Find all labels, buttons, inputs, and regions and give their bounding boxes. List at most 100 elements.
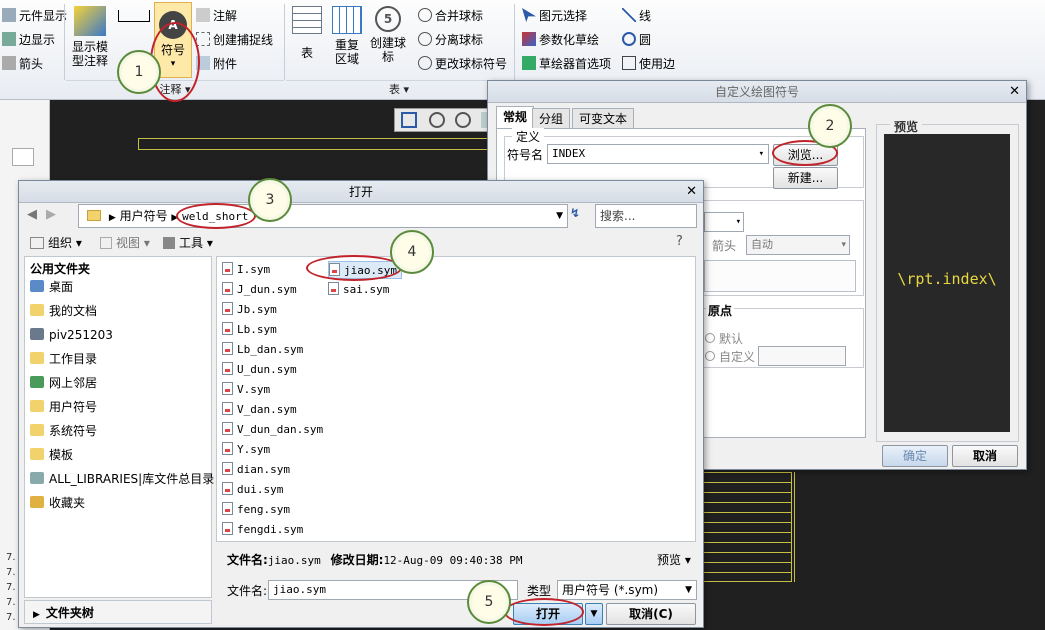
nav-system-symbols[interactable]: 系统符号	[30, 420, 97, 442]
close-icon[interactable]: ✕	[686, 181, 697, 203]
file-item[interactable]: Jb.sym	[222, 301, 277, 319]
file-item[interactable]: Y.sym	[222, 441, 270, 459]
highlight-file	[306, 255, 402, 281]
file-item[interactable]: Lb.sym	[222, 321, 277, 339]
zoom-out-icon[interactable]	[455, 112, 471, 128]
tab-group[interactable]: 分组	[532, 108, 571, 128]
breadcrumb-user-symbols[interactable]: 用户符号	[120, 209, 168, 223]
folder-icon	[30, 448, 44, 460]
folder-tree-toggle[interactable]: ▶ 文件夹树	[24, 600, 212, 624]
arrow-select[interactable]: 自动 ▾	[746, 235, 850, 255]
sym-file-icon	[222, 302, 233, 315]
create-balloon-button[interactable]: 5 创建球 标	[368, 6, 408, 64]
zoom-fit-icon[interactable]	[401, 112, 417, 128]
close-icon[interactable]: ✕	[1009, 81, 1020, 103]
sym-file-icon	[222, 482, 233, 495]
line-icon	[622, 8, 636, 22]
nav-favorites[interactable]: 收藏夹	[30, 492, 85, 514]
file-item[interactable]: J_dun.sym	[222, 281, 297, 299]
sketcher-preferences-button[interactable]: 草绘器首选项	[522, 54, 611, 74]
text-area[interactable]	[704, 260, 856, 292]
line-button[interactable]: 线	[622, 6, 651, 26]
merge-balloon-button[interactable]: 合并球标	[418, 6, 483, 26]
table-icon	[292, 6, 322, 34]
use-edge-button[interactable]: 使用边	[622, 54, 675, 74]
tools-menu[interactable]: 工具 ▾	[163, 234, 213, 251]
model-annotation-icon	[74, 6, 106, 36]
change-balloon-symbol-button[interactable]: 更改球标符号	[418, 54, 507, 74]
edge-display-button[interactable]: 边显示	[2, 30, 55, 50]
split-icon	[418, 32, 432, 46]
organize-menu[interactable]: 组织 ▾	[30, 234, 82, 251]
height-select[interactable]: ▾	[704, 212, 744, 232]
forward-icon[interactable]: ▶	[46, 207, 56, 222]
organize-icon	[30, 237, 44, 249]
sym-file-icon	[222, 382, 233, 395]
symbol-name-field[interactable]: INDEX ▾	[547, 144, 769, 164]
component-display-button[interactable]: 元件显示	[2, 6, 67, 26]
file-item[interactable]: V.sym	[222, 381, 270, 399]
nav-computer[interactable]: piv251203	[30, 324, 113, 346]
custom-origin-field[interactable]	[758, 346, 846, 366]
documents-icon	[30, 304, 44, 316]
sym-file-icon	[222, 322, 233, 335]
element-select-button[interactable]: 图元选择	[522, 6, 587, 26]
zoom-in-icon[interactable]	[429, 112, 445, 128]
merge-icon	[418, 8, 432, 22]
nav-user-symbols[interactable]: 用户符号	[30, 396, 97, 418]
nav-templates[interactable]: 模板	[30, 444, 73, 466]
snap-line-button[interactable]: 创建捕捉线	[196, 30, 273, 50]
preview-toggle[interactable]: 预览 ▾	[657, 551, 691, 568]
new-button[interactable]: 新建...	[773, 167, 838, 189]
file-item[interactable]: V_dan.sym	[222, 401, 297, 419]
file-item[interactable]: dian.sym	[222, 461, 290, 479]
open-options-dropdown[interactable]: ▼	[585, 603, 603, 625]
file-item[interactable]: fengdi.sym	[222, 521, 303, 539]
nav-my-documents[interactable]: 我的文档	[30, 300, 97, 322]
tab-general[interactable]: 常规	[496, 106, 535, 128]
nav-desktop[interactable]: 桌面	[30, 276, 73, 298]
cancel-button[interactable]: 取消	[952, 445, 1018, 467]
file-item[interactable]: sai.sym	[328, 281, 389, 299]
refresh-icon[interactable]: ↯	[570, 206, 590, 226]
help-icon[interactable]: ?	[676, 234, 683, 249]
file-item[interactable]: I.sym	[222, 261, 270, 279]
dropdown-arrow-icon[interactable]: ▾	[759, 145, 764, 163]
origin-custom-radio[interactable]: 自定义	[705, 348, 755, 365]
file-item[interactable]: V_dun_dan.sym	[222, 421, 323, 439]
origin-default-radio[interactable]: 默认	[705, 330, 743, 347]
file-item[interactable]: feng.sym	[222, 501, 290, 519]
sketch-icon	[522, 32, 536, 46]
view-menu[interactable]: 视图 ▾	[100, 234, 150, 251]
search-input[interactable]: 搜索...	[595, 204, 697, 228]
nav-network[interactable]: 网上邻居	[30, 372, 97, 394]
path-breadcrumb[interactable]: ▶ 用户符号 ▶ weld_short ▼	[78, 204, 568, 228]
snap-line-icon	[196, 32, 210, 46]
arrow-icon	[2, 56, 16, 70]
nav-working-directory[interactable]: 工作目录	[30, 348, 97, 370]
dropdown-arrow-icon[interactable]: ▼	[556, 205, 563, 227]
origin-label: 原点	[706, 302, 735, 319]
chevron-down-icon: ▼	[590, 609, 598, 619]
split-balloon-button[interactable]: 分离球标	[418, 30, 483, 50]
nav-all-libraries[interactable]: ALL_LIBRARIES|库文件总目录	[30, 468, 214, 490]
show-model-annotation-button[interactable]: 显示模 型注释	[68, 6, 112, 68]
param-sketch-button[interactable]: 参数化草绘	[522, 30, 599, 50]
back-icon[interactable]: ◀	[27, 207, 37, 222]
circle-button[interactable]: 圆	[622, 30, 651, 50]
ok-button[interactable]: 确定	[882, 445, 948, 467]
file-item[interactable]: U_dun.sym	[222, 361, 297, 379]
file-item[interactable]: Lb_dan.sym	[222, 341, 303, 359]
repeat-region-button[interactable]: 重复 区域	[330, 6, 364, 66]
cancel-open-button[interactable]: 取消(C)	[606, 603, 696, 625]
attachment-button[interactable]: 附件	[196, 54, 237, 74]
file-type-select[interactable]: 用户符号 (*.sym) ▼	[557, 580, 697, 600]
note-button[interactable]: 注解	[196, 6, 237, 26]
arrow-button[interactable]: 箭头	[2, 54, 43, 74]
file-item[interactable]: dui.sym	[222, 481, 283, 499]
file-details: 文件名:jiao.sym 修改日期:12-Aug-09 09:40:38 PM	[227, 553, 523, 567]
tab-variable-text[interactable]: 可变文本	[572, 108, 635, 128]
arrow-label: 箭头	[712, 239, 737, 253]
list-icon[interactable]	[12, 148, 34, 166]
table-button[interactable]: 表	[290, 6, 324, 60]
